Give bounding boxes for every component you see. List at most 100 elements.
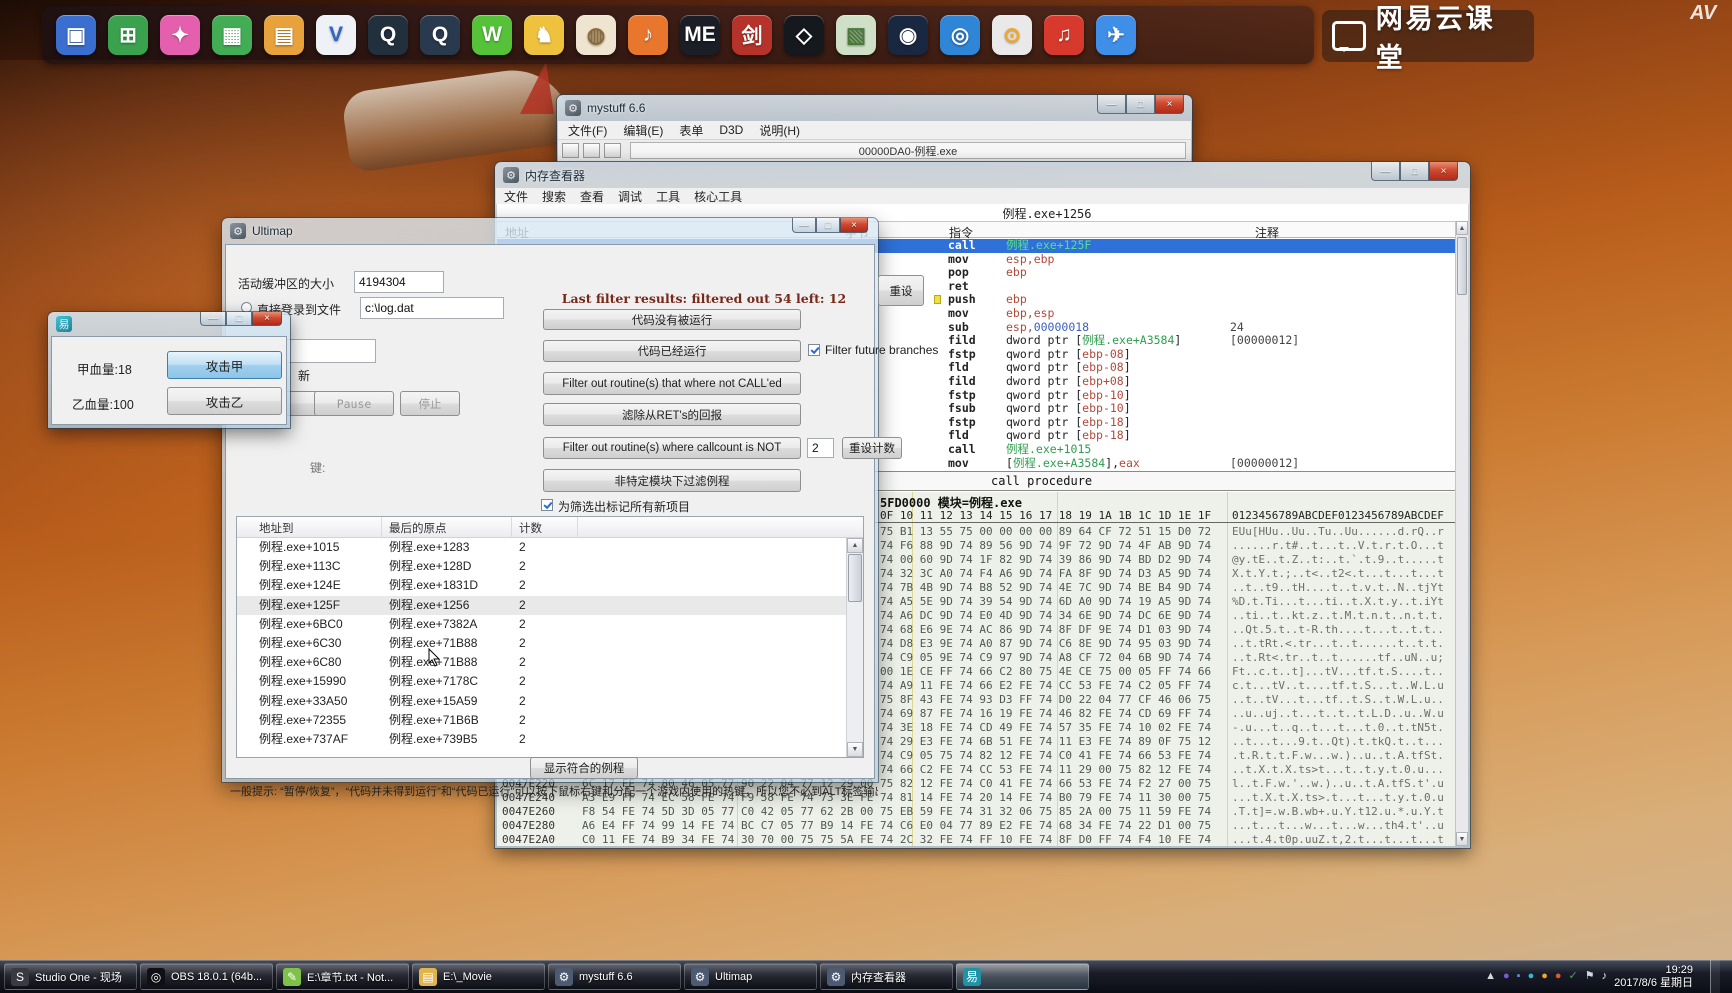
routine-row[interactable]: 例程.exe+125F 例程.exe+1256 2 <box>237 596 846 615</box>
mark-new-items-checkbox[interactable] <box>541 499 553 511</box>
tray-icon[interactable]: ⚑ <box>1585 971 1595 982</box>
dock-app-icon[interactable]: ◉ <box>888 15 928 55</box>
menu-item[interactable]: D3D <box>719 123 743 137</box>
routine-row[interactable]: 例程.exe+1015 例程.exe+1283 2 <box>237 538 846 557</box>
menu-item[interactable]: 编辑(E) <box>623 122 663 139</box>
col-address-to[interactable]: 地址到 <box>259 520 294 536</box>
dock-app-icon[interactable]: ♞ <box>524 15 564 55</box>
pause-button[interactable]: Pause <box>314 391 394 416</box>
tray-icon[interactable]: ● <box>1555 971 1562 982</box>
scrollbar-thumb[interactable] <box>1457 237 1467 295</box>
memviewer-titlebar[interactable]: ⚙ 内存查看器 <box>495 162 1470 188</box>
maximize-button[interactable]: □ <box>226 312 252 326</box>
close-button[interactable]: × <box>1155 95 1184 114</box>
menu-item[interactable]: 说明(H) <box>759 122 800 139</box>
dock-app-icon[interactable]: ◎ <box>940 15 980 55</box>
dock-app-icon[interactable]: Q <box>420 15 460 55</box>
routine-row[interactable]: 例程.exe+33A50 例程.exe+15A59 2 <box>237 692 846 711</box>
close-button[interactable]: × <box>840 218 868 233</box>
attack-a-button[interactable]: 攻击甲 <box>167 351 282 379</box>
dock-app-icon[interactable]: ▣ <box>56 15 96 55</box>
dock-app-icon[interactable]: W <box>472 15 512 55</box>
dock-app-icon[interactable]: ▧ <box>836 15 876 55</box>
stop-button[interactable]: 停止 <box>400 391 460 416</box>
routine-row[interactable]: 例程.exe+737AF 例程.exe+739B5 2 <box>237 730 846 749</box>
minimize-button[interactable]: — <box>200 312 226 326</box>
col-count[interactable]: 计数 <box>519 520 542 536</box>
menu-item[interactable]: 表单 <box>679 122 703 139</box>
tray-icon[interactable]: ♪ <box>1602 971 1608 982</box>
maximize-button[interactable]: □ <box>1400 162 1429 181</box>
taskbar-button[interactable]: ⚙ Ultimap <box>684 963 817 990</box>
menu-item[interactable]: 核心工具 <box>694 188 742 205</box>
taskbar-button[interactable]: ◎ OBS 18.0.1 (64b... <box>140 963 273 990</box>
tray-icon[interactable]: ▪ <box>1517 971 1521 982</box>
dock-app-icon[interactable]: ▦ <box>212 15 252 55</box>
taskbar-clock[interactable]: 19:29 2017/8/6 星期日 <box>1614 964 1703 990</box>
taskbar-button[interactable]: ▤ E:\_Movie <box>412 963 545 990</box>
taskbar-button[interactable]: ⚙ 内存查看器 <box>820 963 953 990</box>
tray-icon[interactable]: ● <box>1528 971 1535 982</box>
routine-table-scrollbar[interactable]: ▲ ▼ <box>846 538 863 757</box>
attack-b-button[interactable]: 攻击乙 <box>167 387 282 415</box>
dock-app-icon[interactable]: ♫ <box>1044 15 1084 55</box>
routine-row[interactable]: 例程.exe+6C30 例程.exe+71B88 2 <box>237 634 846 653</box>
callcount-input[interactable]: 2 <box>807 438 834 458</box>
routine-row[interactable]: 例程.exe+6C80 例程.exe+71B88 2 <box>237 653 846 672</box>
maximize-button[interactable]: □ <box>816 218 840 233</box>
dock-app-icon[interactable]: ▤ <box>264 15 304 55</box>
maximize-button[interactable]: □ <box>1126 95 1155 114</box>
dock-app-icon[interactable]: V <box>316 15 356 55</box>
show-desktop-button[interactable] <box>1710 960 1720 993</box>
show-matching-button[interactable]: 显示符合的例程 <box>530 757 638 779</box>
scroll-up-arrow[interactable]: ▲ <box>847 538 863 553</box>
dock-app-icon[interactable]: 剑 <box>732 15 772 55</box>
taskbar-button[interactable]: ✎ E:\章节.txt - Not... <box>276 963 409 990</box>
toolbar-icon[interactable] <box>604 143 621 158</box>
routine-row[interactable]: 例程.exe+15990 例程.exe+7178C 2 <box>237 672 846 691</box>
scroll-up-arrow[interactable]: ▲ <box>1456 221 1468 235</box>
menu-item[interactable]: 搜索 <box>542 188 566 205</box>
dock-app-icon[interactable]: ◇ <box>784 15 824 55</box>
dock-app-icon[interactable]: ⊞ <box>108 15 148 55</box>
dock-app-icon[interactable]: Q <box>368 15 408 55</box>
dock-app-icon[interactable]: ✦ <box>160 15 200 55</box>
hex-row[interactable]: 0047E260 F8 54 FE 74 5D 3D 05 77 C0 42 0… <box>497 805 1455 819</box>
filter-callcount-button[interactable]: Filter out routine(s) where callcount is… <box>543 437 801 459</box>
scroll-down-arrow[interactable]: ▼ <box>847 742 863 757</box>
scrollbar-thumb[interactable] <box>848 554 862 602</box>
hex-row[interactable]: 0047E2A0 C0 11 FE 74 B9 34 FE 74 30 70 0… <box>497 833 1455 846</box>
buffer-size-input[interactable]: 4194304 <box>354 271 444 293</box>
filter-executed-button[interactable]: 代码已经运行 <box>543 340 801 362</box>
taskbar-button[interactable]: S Studio One - 现场 <box>4 963 137 990</box>
routine-row[interactable]: 例程.exe+113C 例程.exe+128D 2 <box>237 557 846 576</box>
filter-not-called-button[interactable]: Filter out routine(s) that where not CAL… <box>543 372 801 395</box>
dock-app-icon[interactable]: ✈ <box>1096 15 1136 55</box>
taskbar-button[interactable]: 易 <box>956 963 1089 990</box>
hex-row[interactable]: 0047E280 A6 E4 FF 74 99 14 FE 74 BC C7 0… <box>497 819 1455 833</box>
dock-app-icon[interactable]: ◍ <box>576 15 616 55</box>
routine-row[interactable]: 例程.exe+72355 例程.exe+71B6B 2 <box>237 711 846 730</box>
dock-app-icon[interactable]: ME <box>680 15 720 55</box>
dock-app-icon[interactable]: ⊙ <box>992 15 1032 55</box>
toolbar-icon[interactable] <box>562 143 579 158</box>
close-button[interactable]: × <box>1429 162 1458 181</box>
menu-item[interactable]: 查看 <box>580 188 604 205</box>
routine-rows[interactable]: 例程.exe+1015 例程.exe+1283 2 例程.exe+113C 例程… <box>237 538 846 757</box>
ultimap-titlebar[interactable]: ⚙ Ultimap <box>222 218 878 244</box>
log-file-input[interactable]: c:\log.dat <box>360 297 504 319</box>
dock-app-icon[interactable]: ♪ <box>628 15 668 55</box>
menu-item[interactable]: 文件(F) <box>568 122 607 139</box>
close-button[interactable]: × <box>252 312 282 326</box>
toolbar-icon[interactable] <box>583 143 600 158</box>
minimize-button[interactable]: — <box>1097 95 1126 114</box>
routine-row[interactable]: 例程.exe+6BC0 例程.exe+7382A 2 <box>237 615 846 634</box>
menu-item[interactable]: 调试 <box>618 188 642 205</box>
memviewer-scrollbar[interactable]: ▲ ▼ <box>1455 221 1468 846</box>
filter-not-executed-button[interactable]: 代码没有被运行 <box>543 309 801 330</box>
reset-button[interactable]: 重设 <box>878 275 924 306</box>
filter-future-branches-checkbox[interactable] <box>808 344 820 356</box>
menu-item[interactable]: 工具 <box>656 188 680 205</box>
taskbar-button[interactable]: ⚙ mystuff 6.6 <box>548 963 681 990</box>
routine-row[interactable]: 例程.exe+124E 例程.exe+1831D 2 <box>237 576 846 595</box>
